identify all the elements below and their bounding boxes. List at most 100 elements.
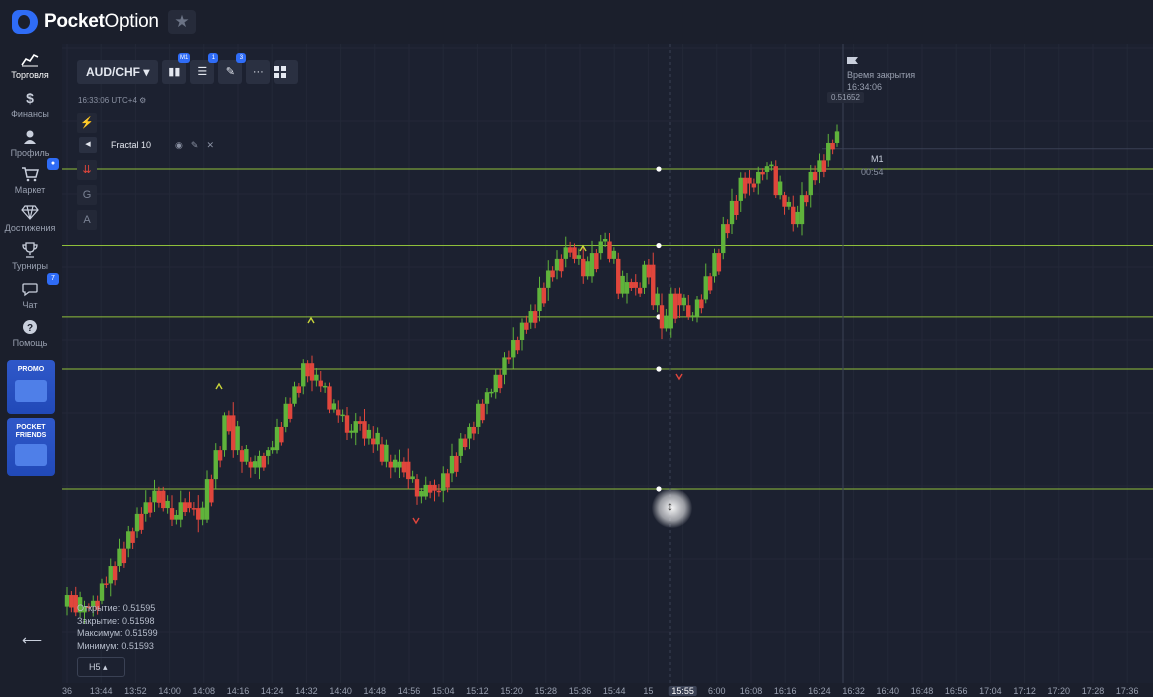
- sidebar-item-finance[interactable]: $ Финансы: [0, 90, 60, 119]
- level-anchor-point: [656, 166, 662, 172]
- layout-grid-button[interactable]: [274, 60, 299, 84]
- time-axis-label: 15:28: [534, 686, 558, 696]
- candle-body: [830, 142, 835, 150]
- ohlc-readout: Открытие: 0.51595 Закрытие: 0.51598 Макс…: [77, 602, 158, 652]
- candle-body: [471, 426, 477, 434]
- candle-body: [379, 444, 385, 462]
- candle-body: [747, 177, 752, 184]
- candle-body: [169, 508, 175, 520]
- top-bar: PocketOption ★: [0, 0, 1153, 44]
- g-tool-button[interactable]: G: [77, 185, 97, 205]
- sidebar-item-help[interactable]: ? Помощь: [0, 319, 60, 348]
- indicators-badge: 1: [208, 53, 219, 63]
- candle-body: [441, 473, 446, 491]
- candle-body: [777, 181, 783, 196]
- sidebar-item-label: Маркет: [14, 185, 46, 195]
- candle-body: [64, 595, 70, 607]
- favorite-star-icon[interactable]: ★: [168, 10, 196, 34]
- promo-button[interactable]: PROMO: [7, 360, 55, 414]
- chart-type-button[interactable]: ▮▮ M1: [162, 53, 191, 84]
- sidebar-item-market[interactable]: ● Маркет: [0, 158, 60, 195]
- candle-body: [511, 340, 516, 358]
- ohlc-open: Открытие: 0.51595: [77, 603, 156, 613]
- drawings-button[interactable]: ✎ 3: [218, 53, 247, 84]
- a-tool-button[interactable]: A: [77, 210, 97, 230]
- fractal-tool-icon[interactable]: ⇊: [77, 160, 97, 180]
- price-chart[interactable]: AUD/CHF ▾ ▮▮ M1 ☰ 1 ✎ 3 ··· 16:33:06 UTC…: [62, 44, 1153, 683]
- time-axis-label: 6:00: [708, 686, 726, 696]
- help-icon: ?: [23, 320, 37, 334]
- candle-body: [760, 171, 765, 175]
- eye-icon[interactable]: ◉: [175, 140, 183, 151]
- fractal-up-arrow: [307, 316, 315, 324]
- candle-body: [629, 282, 634, 289]
- period-selector[interactable]: H5 ▴: [77, 657, 125, 677]
- candle-body: [616, 258, 621, 294]
- closing-time-marker: Время закрытия 16:34:06: [847, 57, 915, 93]
- asset-selector-button[interactable]: AUD/CHF ▾: [77, 60, 159, 84]
- brand-logo[interactable]: PocketOption: [12, 10, 159, 34]
- collapse-arrow-icon[interactable]: ⟵: [22, 632, 42, 649]
- candle-body: [480, 403, 485, 421]
- candle-body: [226, 415, 232, 432]
- candle-body: [449, 455, 455, 474]
- ohlc-low: Минимум: 0.51593: [77, 640, 154, 651]
- chat-icon: [22, 283, 38, 297]
- chart-type-badge: M1: [178, 53, 191, 63]
- diamond-icon: [21, 205, 39, 220]
- sidebar-item-label: Профиль: [10, 148, 50, 158]
- sliders-icon: ☰: [197, 66, 208, 78]
- time-axis-label: 17:28: [1081, 686, 1105, 696]
- drag-cursor: [652, 488, 692, 528]
- brand-name: PocketOption: [44, 11, 159, 32]
- sidebar-item-chat[interactable]: 7 Чат: [0, 273, 60, 310]
- candle-body: [161, 490, 166, 509]
- server-time: 16:33:06 UTC+4 ⚙: [78, 96, 146, 105]
- megaphone-icon: [15, 380, 47, 402]
- close-icon[interactable]: ✕: [206, 140, 214, 151]
- settings-gear-icon[interactable]: ⚙: [139, 96, 146, 105]
- candle-body: [392, 459, 398, 468]
- lightning-tool-icon[interactable]: ⚡: [77, 113, 97, 133]
- sidebar-item-profile[interactable]: Профиль: [0, 129, 60, 158]
- candle-body: [668, 293, 673, 329]
- grid-icon: [274, 66, 287, 78]
- trophy-icon: [22, 242, 38, 258]
- candle-body: [817, 160, 822, 172]
- indicators-button[interactable]: ☰ 1: [190, 53, 219, 84]
- sidebar-item-label: Торговля: [11, 70, 49, 80]
- candle-body: [134, 513, 140, 532]
- chart-line-icon: [21, 53, 39, 67]
- candle-body: [279, 426, 284, 443]
- candle-body: [497, 374, 503, 389]
- candle-body: [703, 276, 708, 300]
- candle-body: [524, 322, 529, 330]
- pocket-friends-button[interactable]: POCKET FRIENDS: [7, 418, 55, 476]
- candle-body: [655, 293, 660, 306]
- candle-body: [362, 421, 367, 439]
- candle-body: [152, 490, 157, 503]
- candle-body: [252, 461, 258, 468]
- candle-body: [572, 247, 577, 259]
- candle-body: [231, 415, 236, 451]
- pencil-icon[interactable]: ✎: [191, 140, 199, 151]
- collapse-left-icon[interactable]: ◀: [79, 137, 97, 153]
- more-options-button[interactable]: ···: [246, 60, 271, 84]
- market-notification-badge: ●: [47, 158, 59, 170]
- fractal-down-arrow: [675, 373, 683, 381]
- candle-body: [322, 385, 328, 388]
- price-tag: 0.51652: [827, 92, 864, 103]
- candle-body: [217, 450, 223, 461]
- sidebar-item-trading[interactable]: Торговля: [0, 51, 60, 80]
- candle-body: [200, 507, 205, 520]
- candle-body: [156, 490, 162, 503]
- candle-body: [646, 264, 652, 278]
- time-axis-label: 14:40: [329, 686, 352, 696]
- sidebar-item-achievements[interactable]: Достижения: [0, 204, 60, 233]
- sidebar-item-tournaments[interactable]: Турниры: [0, 242, 60, 271]
- candle-body: [410, 476, 415, 480]
- time-axis-label: 13:44: [89, 686, 113, 696]
- sidebar-item-label: Достижения: [4, 223, 56, 233]
- candle-body: [121, 548, 127, 564]
- candle-body: [130, 531, 135, 543]
